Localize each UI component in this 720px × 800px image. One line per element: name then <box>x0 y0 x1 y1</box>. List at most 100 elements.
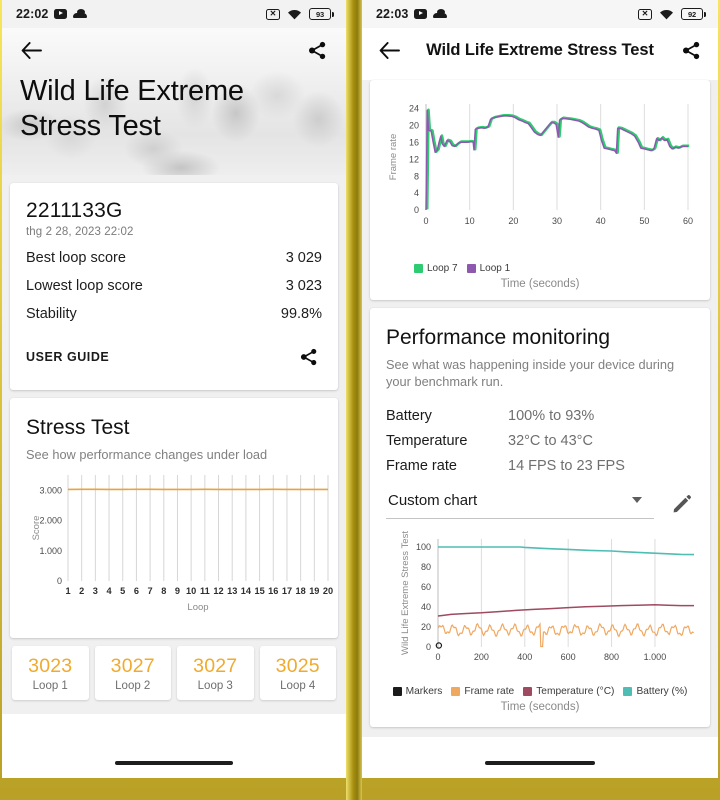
svg-text:4: 4 <box>414 188 419 198</box>
battery-icon: 92 <box>681 8 706 20</box>
score-summary-card: 2211133G thg 2 28, 2023 22:02 Best loop … <box>10 183 338 390</box>
svg-text:13: 13 <box>227 586 237 596</box>
svg-text:12: 12 <box>409 154 419 164</box>
svg-text:1.000: 1.000 <box>39 546 62 556</box>
legend-label: Temperature (°C) <box>536 686 614 697</box>
pencil-icon[interactable] <box>668 490 694 516</box>
stress-loop-chart[interactable]: 01.0002.0003.000123456789101112131415161… <box>26 463 322 628</box>
svg-text:2.000: 2.000 <box>39 516 62 526</box>
svg-text:8: 8 <box>161 586 166 596</box>
right-status-bar: 22:03 ✕ 92 <box>362 0 718 28</box>
svg-text:800: 800 <box>604 652 619 662</box>
svg-text:Score: Score <box>31 516 42 541</box>
gesture-pill[interactable] <box>115 761 233 765</box>
svg-text:2: 2 <box>79 586 84 596</box>
svg-text:Frame rate: Frame rate <box>388 134 399 180</box>
stress-test-card: Stress Test See how performance changes … <box>10 398 338 638</box>
left-phone-panel: 22:02 ✕ 93 <box>2 0 346 778</box>
row-stability: Stability 99.8% <box>26 294 322 322</box>
back-arrow-icon[interactable] <box>376 37 402 63</box>
row-lowest-loop-score: Lowest loop score 3 023 <box>26 266 322 294</box>
perf-label: Battery <box>386 408 508 424</box>
legend-swatch <box>393 687 402 696</box>
custom-chart-legend: Markers Frame rate Temperature (°C) Batt… <box>386 686 694 697</box>
svg-text:0: 0 <box>57 576 62 586</box>
loop-score-label: Loop 1 <box>14 680 87 692</box>
gesture-pill[interactable] <box>485 761 595 765</box>
legend-item-frame-rate: Frame rate <box>451 686 514 697</box>
svg-text:11: 11 <box>200 586 210 596</box>
status-right-group: ✕ 93 <box>266 8 334 20</box>
legend-label: Markers <box>406 686 443 697</box>
svg-text:0: 0 <box>414 205 419 215</box>
status-time: 22:03 <box>376 7 408 21</box>
share-icon[interactable] <box>304 37 330 63</box>
performance-monitoring-card: Performance monitoring See what was happ… <box>370 308 710 727</box>
share-icon[interactable] <box>296 344 322 370</box>
frame-rate-chart-card: 048121620240102030405060Frame rate Loop … <box>370 80 710 300</box>
svg-text:60: 60 <box>421 582 431 592</box>
svg-text:3: 3 <box>93 586 98 596</box>
svg-text:12: 12 <box>213 586 223 596</box>
svg-text:20: 20 <box>409 120 419 130</box>
svg-text:18: 18 <box>296 586 306 596</box>
left-status-bar: 22:02 ✕ 93 <box>2 0 346 28</box>
loop-chip[interactable]: 3027 Loop 3 <box>177 646 254 700</box>
cloud-icon <box>433 10 447 18</box>
row-value: 3 029 <box>286 250 322 266</box>
svg-text:10: 10 <box>186 586 196 596</box>
app-bar-title: Wild Life Extreme Stress Test <box>418 41 662 60</box>
battery-level: 93 <box>309 8 331 20</box>
svg-text:80: 80 <box>421 562 431 572</box>
svg-text:50: 50 <box>639 216 649 226</box>
loop-chip[interactable]: 3023 Loop 1 <box>12 646 89 700</box>
loop-score-value: 3023 <box>14 655 87 678</box>
gesture-nav-bar <box>2 748 346 778</box>
svg-text:20: 20 <box>323 586 333 596</box>
row-value: 99.8% <box>281 306 322 322</box>
svg-text:Loop: Loop <box>187 602 208 613</box>
status-left-group: 22:03 <box>376 7 447 21</box>
svg-text:6: 6 <box>134 586 139 596</box>
svg-text:30: 30 <box>552 216 562 226</box>
row-value: 3 023 <box>286 278 322 294</box>
user-guide-link[interactable]: USER GUIDE <box>26 350 109 364</box>
svg-text:1.000: 1.000 <box>644 652 667 662</box>
svg-text:600: 600 <box>561 652 576 662</box>
svg-text:3.000: 3.000 <box>39 486 62 496</box>
status-time: 22:02 <box>16 7 48 21</box>
status-left-group: 22:02 <box>16 7 87 21</box>
no-sim-icon: ✕ <box>266 9 280 20</box>
svg-text:20: 20 <box>421 622 431 632</box>
youtube-icon <box>414 9 427 19</box>
svg-text:16: 16 <box>409 137 419 147</box>
loop-score-value: 3027 <box>179 655 252 678</box>
row-best-loop-score: Best loop score 3 029 <box>26 238 322 266</box>
right-phone-panel: 22:03 ✕ 92 Wild Life Extreme Stress Test <box>362 0 718 778</box>
custom-chart[interactable]: 02040608010002004006008001.000Wild Life … <box>386 529 694 684</box>
app-bar: Wild Life Extreme Stress Test <box>362 28 718 72</box>
svg-text:40: 40 <box>421 602 431 612</box>
right-content-sheet: 048121620240102030405060Frame rate Loop … <box>362 80 718 737</box>
wifi-icon <box>287 9 302 20</box>
svg-text:17: 17 <box>282 586 292 596</box>
share-icon[interactable] <box>678 37 704 63</box>
svg-text:0: 0 <box>435 652 440 662</box>
frame-rate-chart[interactable]: 048121620240102030405060Frame rate <box>380 92 700 269</box>
svg-text:9: 9 <box>175 586 180 596</box>
loop-chip[interactable]: 3027 Loop 2 <box>95 646 172 700</box>
left-content-sheet: 2211133G thg 2 28, 2023 22:02 Best loop … <box>2 175 346 714</box>
loop-score-chips: 3023 Loop 1 3027 Loop 2 3027 Loop 3 3025… <box>10 646 338 704</box>
svg-text:14: 14 <box>241 586 252 596</box>
back-arrow-icon[interactable] <box>18 37 44 63</box>
loop-score-label: Loop 4 <box>262 680 335 692</box>
chart-type-select[interactable]: Custom chart <box>386 488 654 519</box>
row-label: Lowest loop score <box>26 278 143 294</box>
legend-label: Battery (%) <box>636 686 687 697</box>
perf-value: 32°C to 43°C <box>508 433 593 449</box>
status-right-group: ✕ 92 <box>638 8 706 20</box>
result-date: thg 2 28, 2023 22:02 <box>26 226 322 238</box>
hero-banner: Wild Life Extreme Stress Test <box>2 28 346 175</box>
battery-level: 92 <box>681 8 703 20</box>
loop-chip[interactable]: 3025 Loop 4 <box>260 646 337 700</box>
